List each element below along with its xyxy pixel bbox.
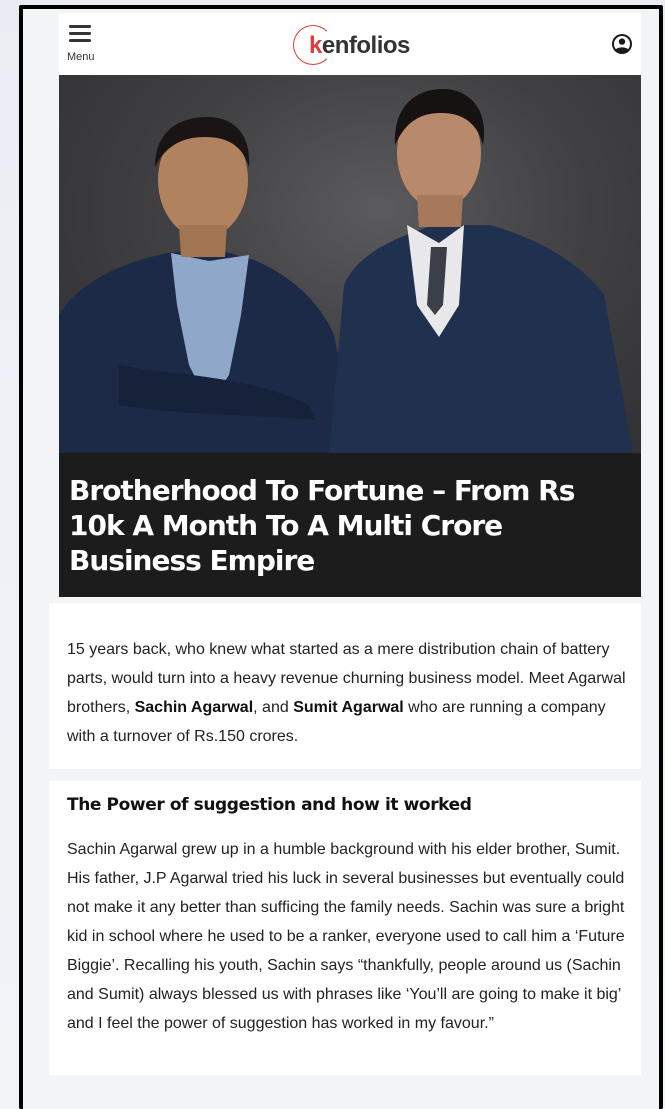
hero-image bbox=[59, 75, 641, 457]
device-frame: Menu kenfolios Brotherhood To Fortune – … bbox=[19, 5, 663, 1109]
article-title-band: Brotherhood To Fortune – From Rs 10k A M… bbox=[59, 453, 641, 597]
section-card: The Power of suggestion and how it worke… bbox=[49, 781, 641, 1075]
intro-paragraph: 15 years back, who knew what started as … bbox=[67, 641, 626, 745]
menu-button[interactable]: Menu bbox=[67, 25, 107, 69]
user-account-icon[interactable] bbox=[611, 33, 633, 55]
section-heading: The Power of suggestion and how it worke… bbox=[67, 795, 472, 815]
menu-label: Menu bbox=[67, 51, 95, 63]
left-person-figure bbox=[59, 117, 359, 457]
article-title: Brotherhood To Fortune – From Rs 10k A M… bbox=[69, 474, 575, 577]
intro-card: 15 years back, who knew what started as … bbox=[49, 603, 641, 769]
site-logo[interactable]: kenfolios bbox=[293, 25, 423, 67]
name-sumit: Sumit Agarwal bbox=[293, 699, 404, 716]
site-header: Menu kenfolios bbox=[59, 13, 641, 75]
right-person-figure bbox=[329, 89, 634, 457]
screen: Menu kenfolios Brotherhood To Fortune – … bbox=[23, 9, 659, 1109]
hamburger-menu-icon bbox=[69, 25, 91, 46]
logo-text: kenfolios bbox=[309, 32, 410, 59]
name-sachin: Sachin Agarwal bbox=[134, 699, 254, 716]
section-paragraph: Sachin Agarwal grew up in a humble backg… bbox=[67, 841, 625, 1032]
